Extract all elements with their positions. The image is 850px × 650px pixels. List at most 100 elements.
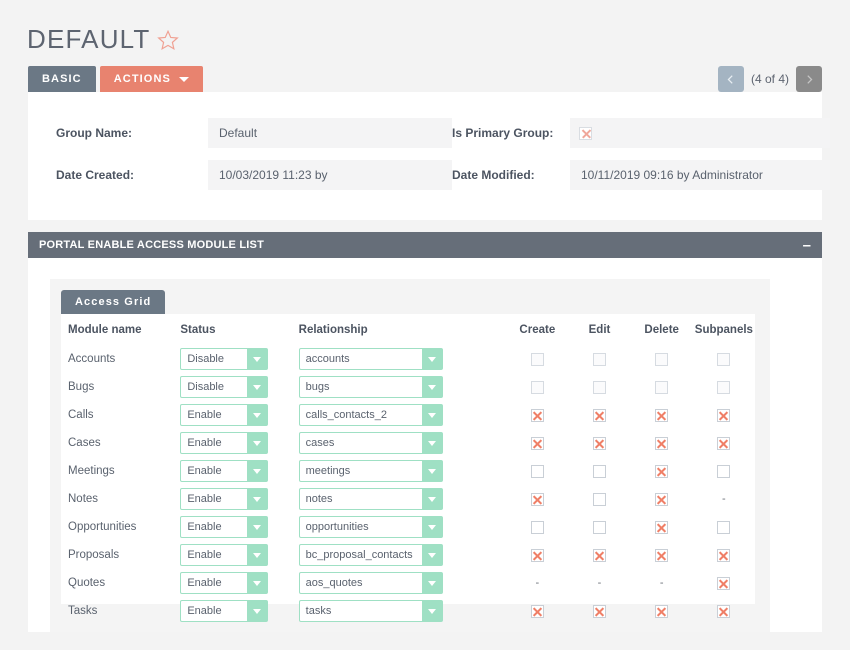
edit-checkbox[interactable] <box>593 548 606 562</box>
chevron-down-icon[interactable] <box>247 461 268 481</box>
cell-edit[interactable] <box>568 597 630 625</box>
cell-create[interactable] <box>506 373 568 401</box>
chevron-down-icon[interactable] <box>247 405 268 425</box>
cell-edit[interactable] <box>568 345 630 373</box>
cell-edit[interactable] <box>568 485 630 513</box>
create-checkbox[interactable] <box>530 548 544 562</box>
minus-icon[interactable]: – <box>803 238 811 253</box>
chevron-down-icon[interactable] <box>247 349 268 369</box>
tab-access-grid[interactable]: Access Grid <box>61 290 166 314</box>
subpanels-checkbox[interactable] <box>717 520 731 534</box>
cell-subpanels[interactable] <box>693 457 755 485</box>
cell-delete[interactable] <box>631 597 693 625</box>
cell-subpanels[interactable] <box>693 429 755 457</box>
chevron-down-icon[interactable] <box>421 517 442 537</box>
delete-checkbox[interactable] <box>655 604 669 618</box>
cell-delete[interactable] <box>631 429 693 457</box>
is-primary-group-value[interactable] <box>570 118 830 148</box>
create-checkbox[interactable] <box>530 520 544 534</box>
relationship-select[interactable]: accounts <box>298 348 443 370</box>
chevron-down-icon[interactable] <box>421 433 442 453</box>
relationship-select[interactable]: bc_proposal_contacts <box>298 544 443 566</box>
delete-checkbox[interactable] <box>655 464 669 478</box>
relationship-select[interactable]: bugs <box>298 376 443 398</box>
chevron-down-icon[interactable] <box>421 377 442 397</box>
create-checkbox[interactable] <box>530 464 544 478</box>
date-created-value[interactable]: 10/03/2019 11:23 by <box>208 160 452 190</box>
chevron-down-icon[interactable] <box>247 545 268 565</box>
chevron-down-icon[interactable] <box>247 489 268 509</box>
edit-checkbox[interactable] <box>593 492 606 506</box>
cell-subpanels[interactable] <box>693 597 755 625</box>
portal-access-panel-header[interactable]: PORTAL ENABLE ACCESS MODULE LIST – <box>28 232 822 258</box>
chevron-left-icon[interactable] <box>717 66 744 92</box>
cell-create[interactable] <box>506 345 568 373</box>
status-select[interactable]: Enable <box>180 516 269 538</box>
edit-checkbox[interactable] <box>593 408 606 422</box>
chevron-down-icon[interactable] <box>421 489 442 509</box>
subpanels-checkbox[interactable] <box>717 436 731 450</box>
cell-create[interactable] <box>506 429 568 457</box>
edit-checkbox[interactable] <box>593 604 606 618</box>
relationship-select[interactable]: aos_quotes <box>298 572 443 594</box>
relationship-select[interactable]: tasks <box>298 600 443 622</box>
status-select[interactable]: Disable <box>180 376 269 398</box>
cell-edit[interactable] <box>568 513 630 541</box>
cell-subpanels[interactable] <box>693 345 755 373</box>
delete-checkbox[interactable] <box>655 380 669 394</box>
cell-create[interactable] <box>506 513 568 541</box>
status-select[interactable]: Enable <box>180 600 269 622</box>
cell-edit[interactable] <box>568 541 630 569</box>
cell-create[interactable] <box>506 457 568 485</box>
edit-checkbox[interactable] <box>593 464 606 478</box>
cell-create[interactable] <box>506 597 568 625</box>
cell-edit[interactable] <box>568 457 630 485</box>
chevron-down-icon[interactable] <box>247 573 268 593</box>
status-select[interactable]: Enable <box>180 432 269 454</box>
chevron-down-icon[interactable] <box>421 461 442 481</box>
cell-subpanels[interactable] <box>693 513 755 541</box>
relationship-select[interactable]: meetings <box>298 460 443 482</box>
cell-delete[interactable] <box>631 373 693 401</box>
delete-checkbox[interactable] <box>655 492 669 506</box>
create-checkbox[interactable] <box>530 408 544 422</box>
chevron-down-icon[interactable] <box>247 377 268 397</box>
cell-edit[interactable] <box>568 429 630 457</box>
cell-delete[interactable] <box>631 541 693 569</box>
delete-checkbox[interactable] <box>655 520 669 534</box>
chevron-down-icon[interactable] <box>247 433 268 453</box>
relationship-select[interactable]: notes <box>298 488 443 510</box>
chevron-down-icon[interactable] <box>421 601 442 621</box>
status-select[interactable]: Enable <box>180 544 269 566</box>
cell-subpanels[interactable] <box>693 401 755 429</box>
chevron-down-icon[interactable] <box>421 545 442 565</box>
edit-checkbox[interactable] <box>593 520 606 534</box>
chevron-down-icon[interactable] <box>247 517 268 537</box>
cell-edit[interactable] <box>568 373 630 401</box>
chevron-down-icon[interactable] <box>421 349 442 369</box>
cell-create[interactable] <box>506 485 568 513</box>
cell-delete[interactable] <box>631 345 693 373</box>
delete-checkbox[interactable] <box>655 436 669 450</box>
group-name-value[interactable]: Default <box>208 118 452 148</box>
chevron-right-icon[interactable] <box>796 66 822 92</box>
create-checkbox[interactable] <box>530 352 544 366</box>
chevron-down-icon[interactable] <box>421 573 442 593</box>
edit-checkbox[interactable] <box>593 352 606 366</box>
primary-group-checkbox-icon[interactable] <box>579 126 592 140</box>
subpanels-checkbox[interactable] <box>717 576 731 590</box>
cell-edit[interactable] <box>568 401 630 429</box>
subpanels-checkbox[interactable] <box>717 352 731 366</box>
delete-checkbox[interactable] <box>655 548 669 562</box>
status-select[interactable]: Enable <box>180 572 269 594</box>
cell-subpanels[interactable] <box>693 541 755 569</box>
relationship-select[interactable]: calls_contacts_2 <box>298 404 443 426</box>
status-select[interactable]: Disable <box>180 348 269 370</box>
subpanels-checkbox[interactable] <box>717 604 731 618</box>
status-select[interactable]: Enable <box>180 460 269 482</box>
cell-delete[interactable] <box>631 457 693 485</box>
cell-delete[interactable] <box>631 513 693 541</box>
cell-create[interactable] <box>506 541 568 569</box>
delete-checkbox[interactable] <box>655 408 669 422</box>
tab-basic[interactable]: BASIC <box>28 66 96 92</box>
